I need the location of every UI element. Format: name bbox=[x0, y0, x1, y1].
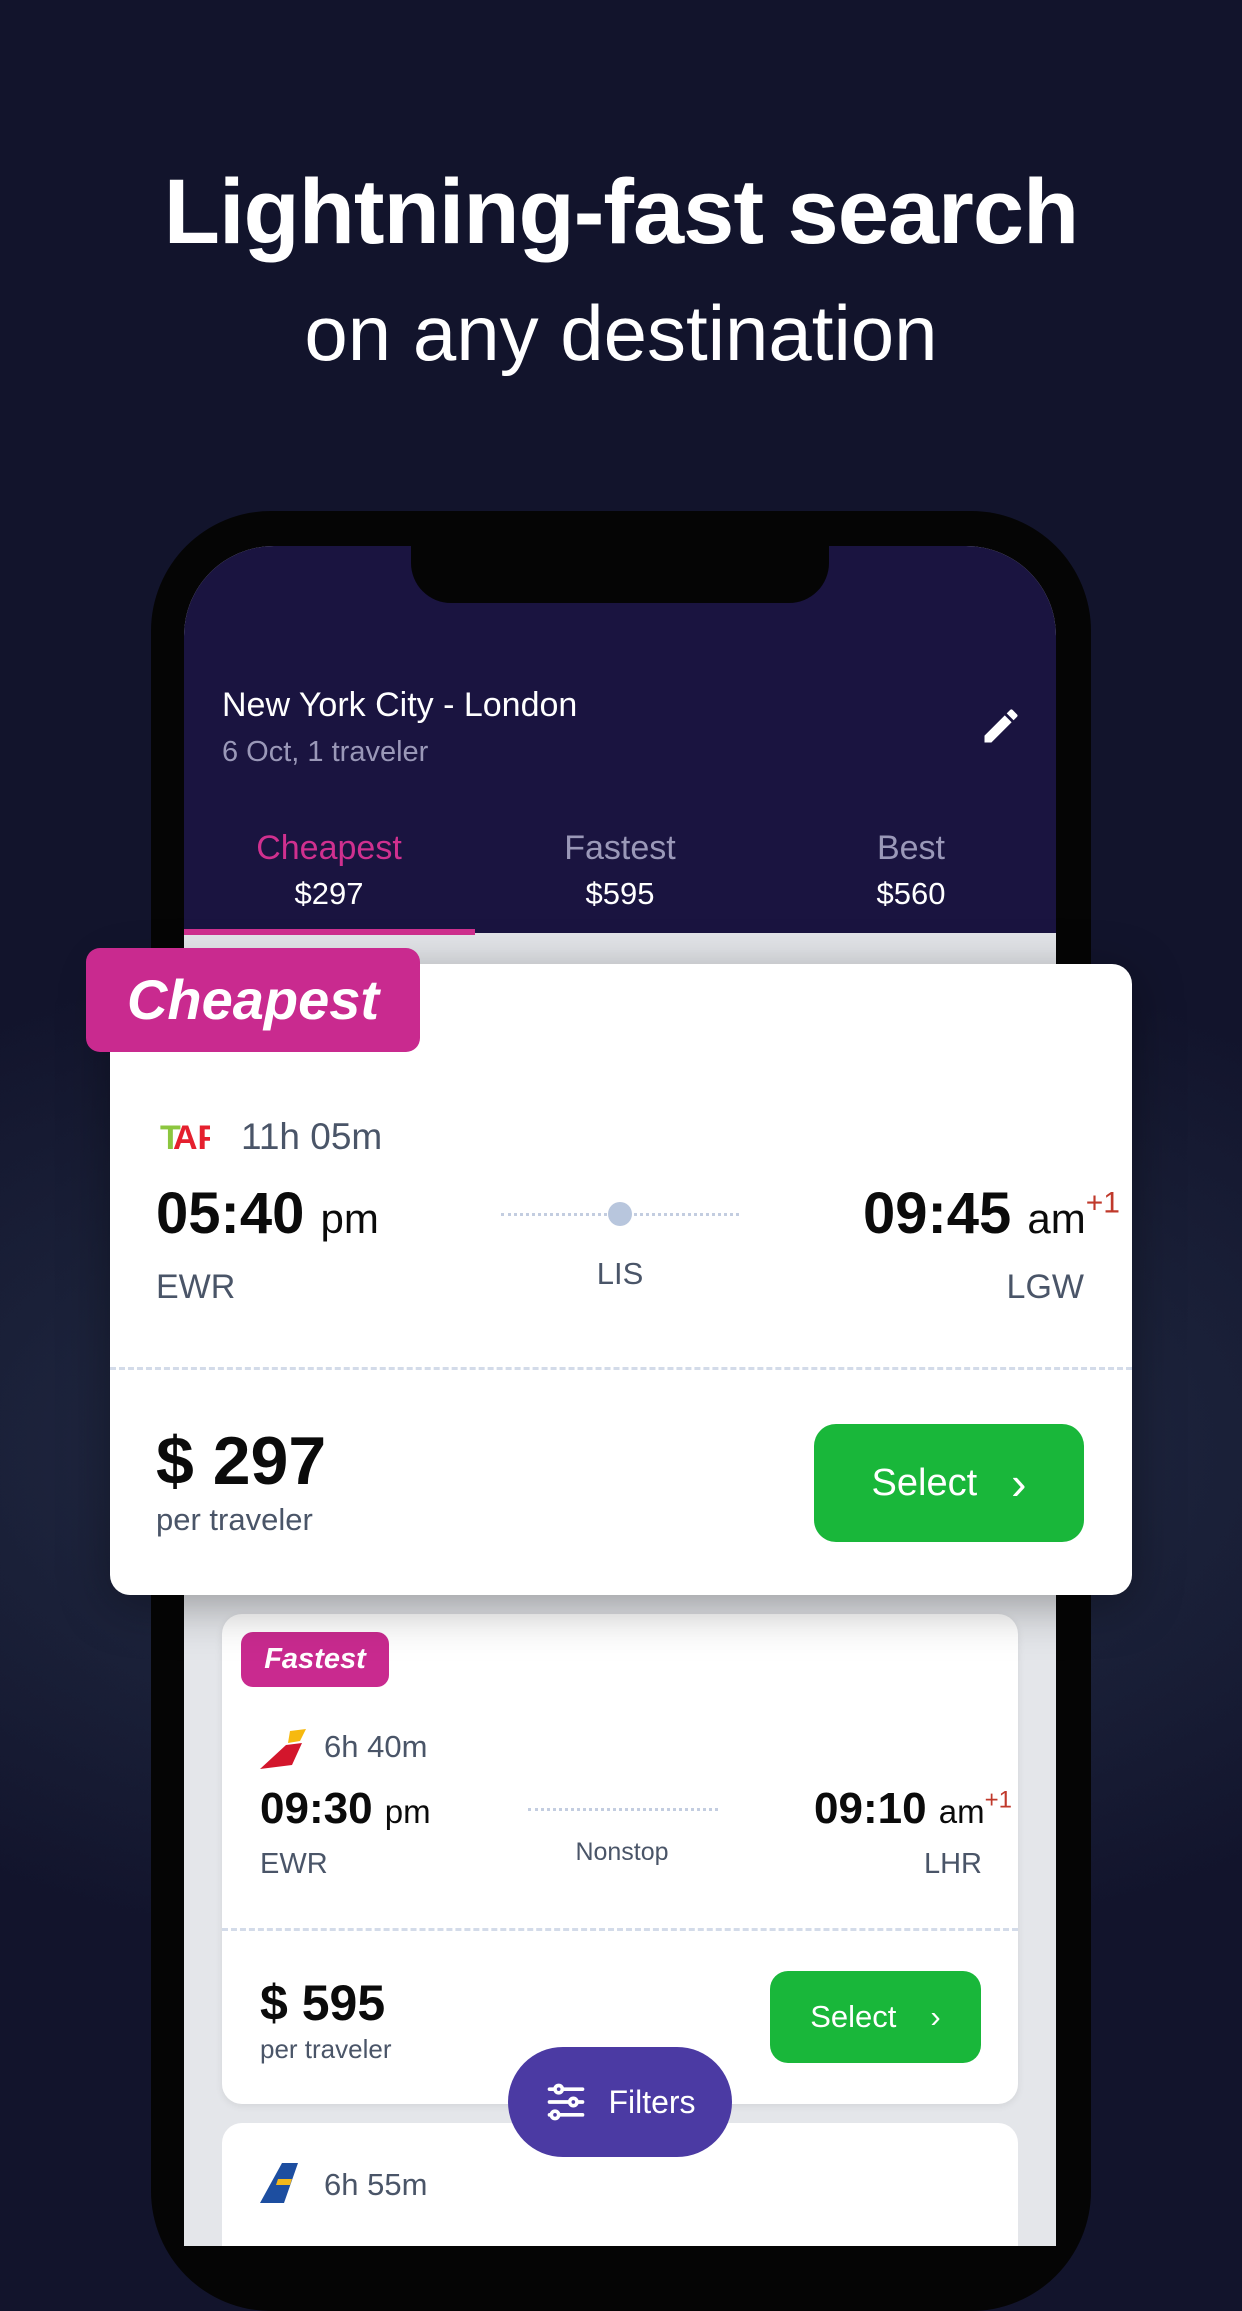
flight-card[interactable]: Fastest 6h 40m 09:30 pm 09:10 am+1 EWR N… bbox=[222, 1614, 1018, 2104]
select-button[interactable]: Select › bbox=[770, 1971, 981, 2063]
destination-code: LHR bbox=[923, 1848, 982, 1880]
route-title: New York City - London bbox=[222, 686, 578, 724]
headline: Lightning-fast search bbox=[163, 161, 1079, 263]
tab-cheapest[interactable]: Cheapest $297 bbox=[184, 829, 474, 912]
fastest-badge: Fastest bbox=[241, 1632, 389, 1687]
price: $ 297 bbox=[156, 1423, 327, 1499]
tab-price: $595 bbox=[585, 876, 655, 911]
tab-label: Cheapest bbox=[256, 829, 402, 867]
select-button[interactable]: Select › bbox=[814, 1424, 1084, 1542]
cheapest-badge: Cheapest bbox=[86, 948, 420, 1052]
phone-notch bbox=[411, 546, 829, 603]
departure-time: 09:30 pm bbox=[260, 1784, 431, 1833]
chevron-right-icon: › bbox=[1011, 1457, 1027, 1509]
cheapest-flight-card[interactable]: T AP 11h 05m 05:40 pm 09:45 am+1 EWR LIS … bbox=[110, 964, 1132, 1595]
pencil-icon[interactable] bbox=[979, 704, 1023, 748]
arrival-time: 09:10 am+1 bbox=[814, 1784, 1012, 1833]
tap-logo-icon: TAP bbox=[160, 1120, 210, 1152]
chevron-right-icon: › bbox=[930, 1999, 941, 2034]
svg-text:AP: AP bbox=[173, 1120, 210, 1152]
destination-code: LGW bbox=[1006, 1268, 1084, 1306]
tab-fastest[interactable]: Fastest $595 bbox=[475, 829, 765, 912]
search-details: 6 Oct, 1 traveler bbox=[222, 736, 429, 768]
flight-duration: 11h 05m bbox=[241, 1116, 383, 1157]
iberia-logo-icon bbox=[260, 1729, 306, 1769]
divider bbox=[222, 1928, 1018, 1931]
tab-label: Fastest bbox=[564, 829, 676, 867]
flight-duration: 6h 55m bbox=[324, 2167, 428, 2202]
route-line bbox=[528, 1808, 718, 1811]
search-header: New York City - London 6 Oct, 1 traveler… bbox=[184, 546, 1056, 935]
sliders-icon bbox=[548, 2083, 585, 2121]
tab-best[interactable]: Best $560 bbox=[766, 829, 1056, 912]
stop-dot bbox=[608, 1202, 632, 1226]
icelandair-logo-icon bbox=[260, 2163, 298, 2203]
subheadline: on any destination bbox=[304, 289, 938, 377]
price-unit: per traveler bbox=[156, 1502, 313, 1537]
stops: Nonstop bbox=[575, 1838, 669, 1866]
arrival-time: 09:45 am+1 bbox=[862, 1181, 1120, 1246]
price: $ 595 bbox=[260, 1975, 386, 2031]
filters-label: Filters bbox=[608, 2083, 696, 2120]
origin-code: EWR bbox=[156, 1268, 236, 1306]
price-unit: per traveler bbox=[260, 2034, 392, 2064]
tab-label: Best bbox=[876, 829, 946, 867]
flight-duration: 6h 40m bbox=[324, 1729, 428, 1764]
tab-price: $297 bbox=[294, 876, 364, 911]
stopover-code: LIS bbox=[596, 1256, 644, 1291]
active-tab-indicator bbox=[184, 929, 475, 935]
origin-code: EWR bbox=[260, 1848, 328, 1880]
departure-time: 05:40 pm bbox=[156, 1181, 379, 1246]
divider bbox=[110, 1367, 1132, 1370]
tab-price: $560 bbox=[876, 876, 946, 911]
filters-button[interactable]: Filters bbox=[508, 2047, 732, 2157]
